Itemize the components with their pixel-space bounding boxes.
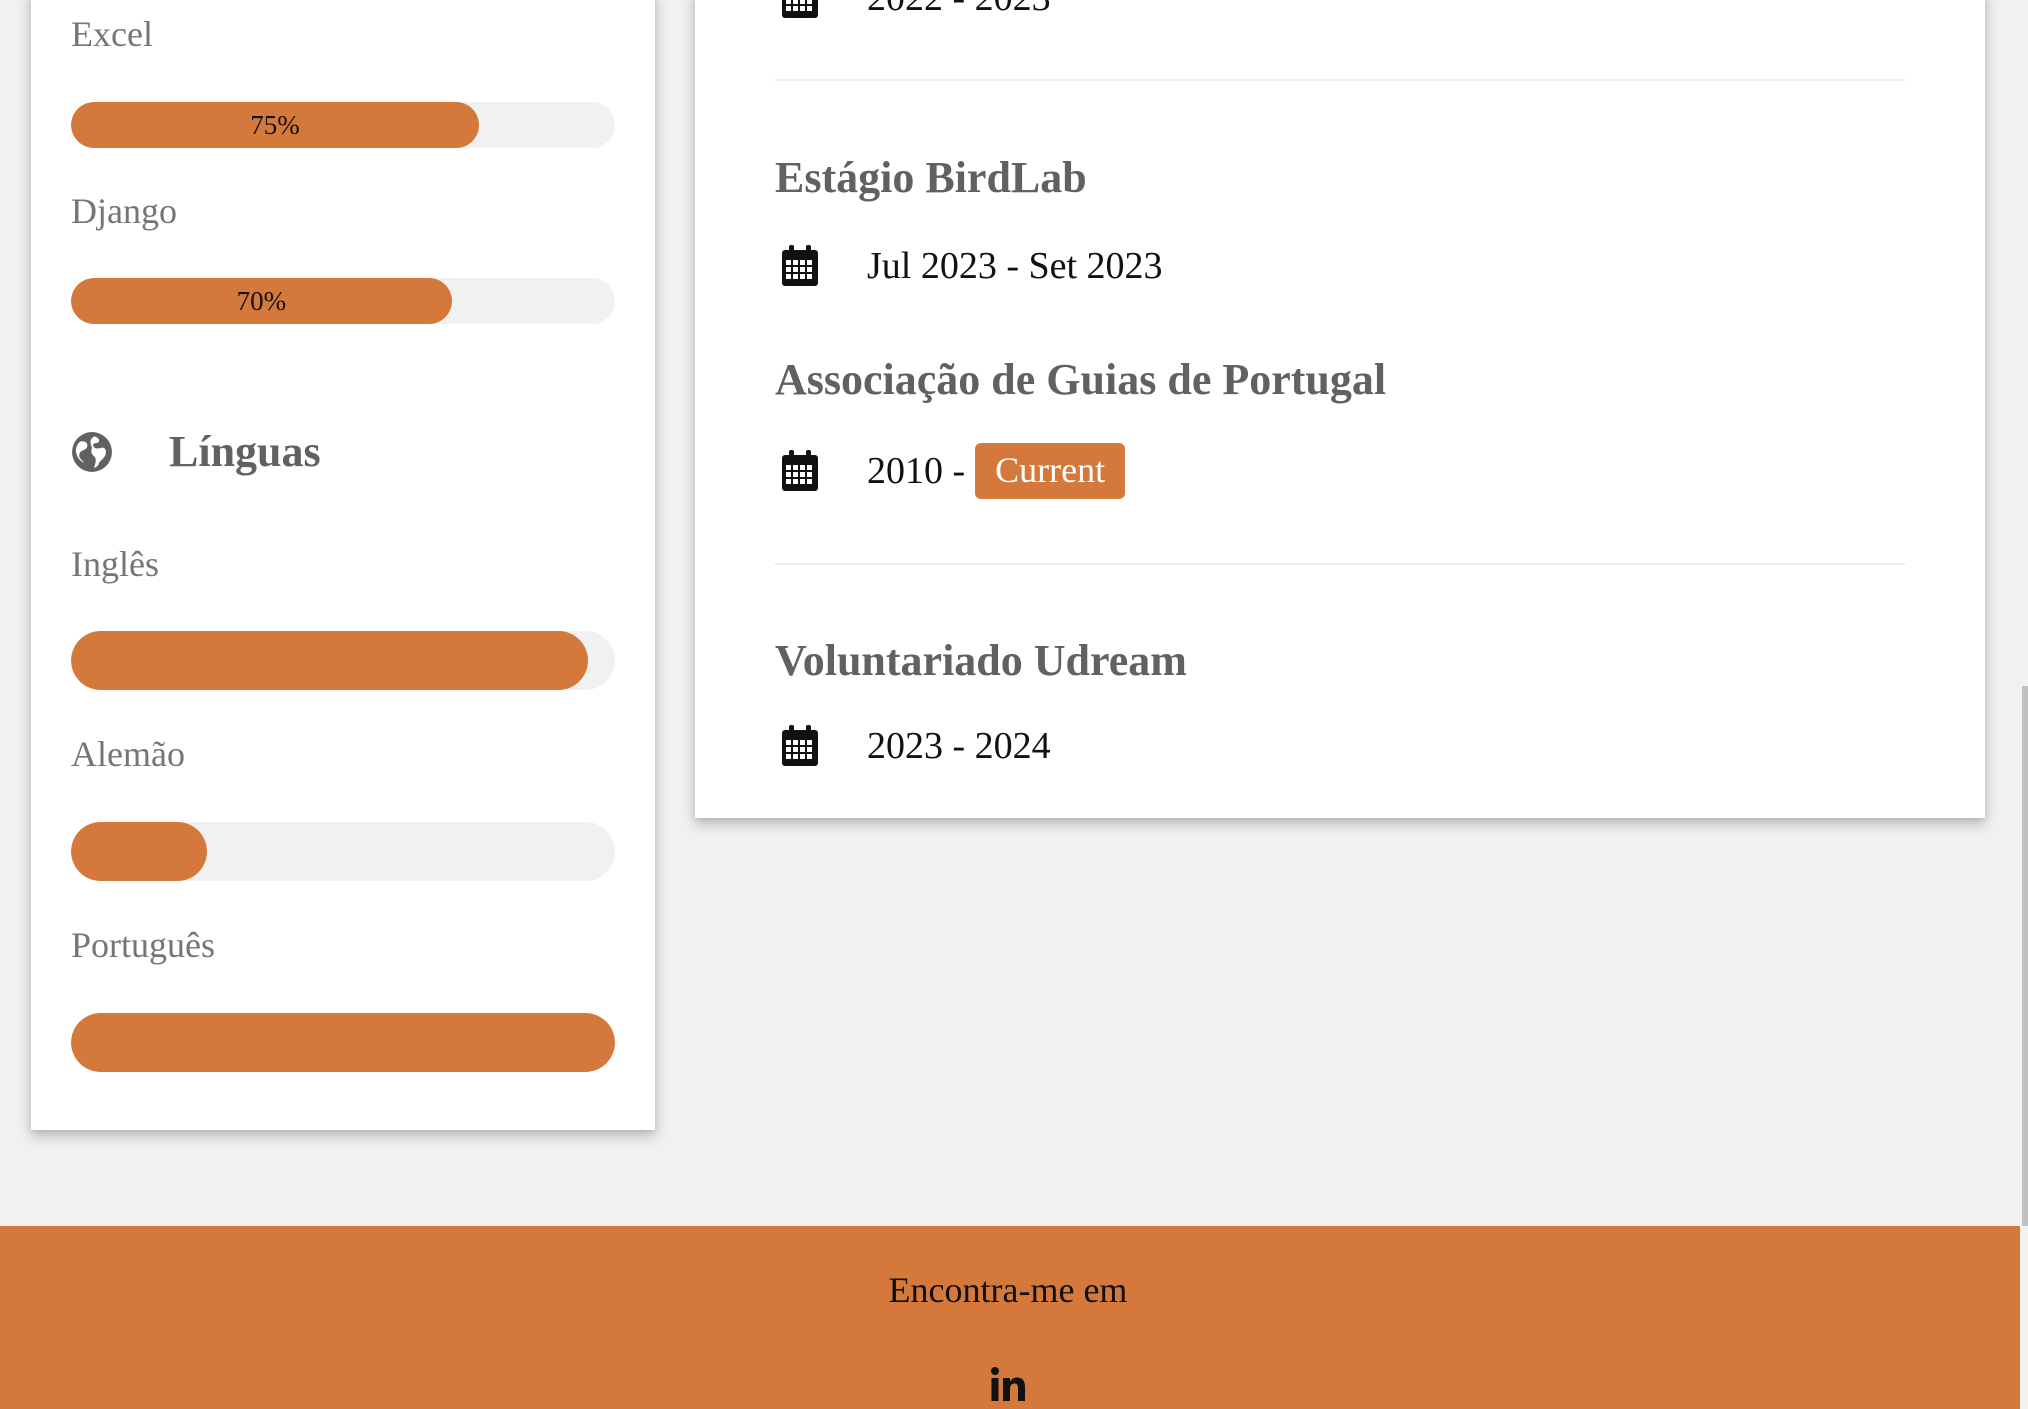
- divider: [775, 563, 1905, 565]
- experience-dates: 2022 - 2023: [781, 0, 1051, 20]
- language-bar-portugues: [71, 1013, 615, 1072]
- experience-title-birdlab: Estágio BirdLab: [775, 153, 1087, 202]
- scrollbar[interactable]: [2020, 0, 2028, 1409]
- calendar-icon: [782, 450, 818, 491]
- language-label-portugues: Português: [71, 925, 215, 965]
- experience-date-text: 2010 -: [867, 450, 966, 492]
- experience-date-text: Jul 2023 - Set 2023: [867, 245, 1163, 287]
- language-label-alemao: Alemão: [71, 734, 185, 774]
- language-bar-alemao: [71, 822, 615, 881]
- skill-bar-fill-django: 70%: [71, 278, 452, 324]
- experience-dates-udream: 2023 - 2024: [781, 724, 1051, 768]
- skills-card: Excel 75% Django 70% Línguas Inglês Alem…: [31, 0, 655, 1130]
- calendar-icon: [782, 245, 818, 286]
- experience-dates-birdlab: Jul 2023 - Set 2023: [781, 244, 1163, 288]
- calendar-icon: [782, 0, 818, 18]
- footer: Encontra-me em: [0, 1226, 2020, 1409]
- skill-bar-django: 70%: [71, 278, 615, 324]
- experience-date-text: 2023 - 2024: [867, 725, 1051, 767]
- calendar-icon: [782, 725, 818, 766]
- experience-card: 2022 - 2023 Estágio BirdLab Jul 2023 - S…: [695, 0, 1985, 818]
- skill-label-django: Django: [71, 191, 177, 231]
- language-bar-fill-alemao: [71, 822, 207, 881]
- scrollbar-thumb[interactable]: [2022, 686, 2028, 1226]
- skill-bar-fill-excel: 75%: [71, 102, 479, 148]
- language-bar-ingles: [71, 631, 615, 690]
- experience-dates-guias: 2010 - Current: [781, 443, 1126, 499]
- experience-title-udream: Voluntariado Udream: [775, 636, 1187, 685]
- current-badge: Current: [975, 443, 1126, 499]
- experience-title-guias: Associação de Guias de Portugal: [775, 355, 1387, 404]
- skill-bar-excel: 75%: [71, 102, 615, 148]
- footer-text: Encontra-me em: [888, 1270, 1128, 1310]
- experience-date-text: 2022 - 2023: [867, 0, 1051, 20]
- globe-icon: [72, 431, 112, 472]
- page: Excel 75% Django 70% Línguas Inglês Alem…: [0, 0, 2028, 1409]
- skill-label-excel: Excel: [71, 14, 153, 54]
- languages-heading: Línguas: [71, 426, 321, 477]
- language-bar-fill-ingles: [71, 631, 588, 690]
- language-bar-fill-portugues: [71, 1013, 615, 1072]
- linkedin-icon[interactable]: [990, 1366, 1026, 1402]
- languages-title: Línguas: [169, 427, 321, 476]
- divider: [775, 79, 1905, 81]
- language-label-ingles: Inglês: [71, 544, 159, 584]
